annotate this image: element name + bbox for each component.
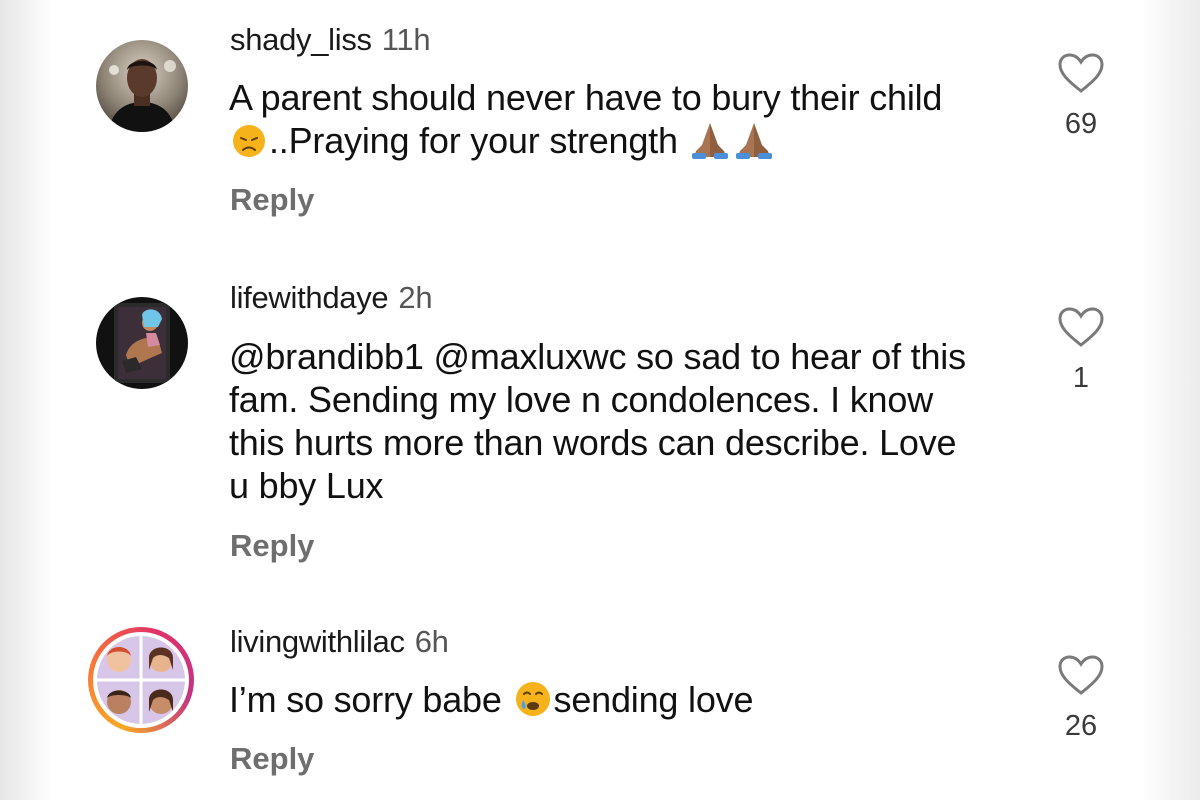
comment-line-text: I’m so sorry babe xyxy=(229,679,502,720)
avatar[interactable] xyxy=(88,627,194,733)
timestamp: 2h xyxy=(398,280,433,315)
comment-line: @brandibb1 @maxluxwc so sad to hear of t… xyxy=(229,335,1019,378)
comment-line: u bby Lux xyxy=(229,465,384,506)
comment-header: lifewithdaye 2h xyxy=(230,280,433,316)
folded-hands-emoji xyxy=(690,121,730,168)
timestamp: 6h xyxy=(414,624,449,659)
reply-button[interactable]: Reply xyxy=(230,182,314,218)
username[interactable]: lifewithdaye xyxy=(230,280,389,315)
timestamp: 11h xyxy=(381,22,431,57)
mention-link[interactable]: @brandibb1 xyxy=(229,336,424,377)
comment-line: I’m so sorry babe sending love xyxy=(229,678,1019,727)
crying-face-emoji xyxy=(514,680,552,727)
comment-line: fam. Sending my love n condolences. I kn… xyxy=(229,379,933,420)
avatar-photo xyxy=(96,297,188,389)
comment-header: shady_liss 11h xyxy=(230,22,431,58)
like-count: 26 xyxy=(1064,710,1098,742)
comment-line-text: ..Praying for your strength xyxy=(269,120,678,161)
avatar-photo xyxy=(97,636,185,724)
comment-line-text: so sad to hear of this xyxy=(636,336,966,377)
like-count: 69 xyxy=(1064,108,1098,140)
avatar[interactable] xyxy=(96,40,188,132)
folded-hands-emoji xyxy=(734,121,774,168)
left-edge-shadow xyxy=(0,0,52,800)
reply-button[interactable]: Reply xyxy=(230,528,314,564)
comment-line: ..Praying for your strength xyxy=(229,119,1019,168)
like-control: 1 xyxy=(1051,306,1111,395)
heart-icon[interactable] xyxy=(1057,654,1105,696)
heart-icon[interactable] xyxy=(1057,306,1105,348)
heart-icon[interactable] xyxy=(1057,52,1105,94)
like-control: 26 xyxy=(1051,654,1111,743)
comment-line: this hurts more than words can describe.… xyxy=(229,422,957,463)
avatar-photo xyxy=(96,40,188,132)
comment-text: I’m so sorry babe sending love xyxy=(229,678,1019,727)
username[interactable]: shady_liss xyxy=(230,22,372,57)
comment-line-text: sending love xyxy=(553,679,754,720)
comment-text: A parent should never have to bury their… xyxy=(229,76,1019,168)
right-edge-shadow xyxy=(1140,0,1200,800)
mention-link[interactable]: @maxluxwc xyxy=(434,336,627,377)
comment-line: A parent should never have to bury their… xyxy=(229,77,943,118)
like-control: 69 xyxy=(1051,52,1111,141)
comment-header: livingwithlilac 6h xyxy=(230,624,449,660)
disappointed-face-emoji xyxy=(231,123,267,168)
username[interactable]: livingwithlilac xyxy=(230,624,405,659)
story-ring xyxy=(93,632,189,728)
reply-button[interactable]: Reply xyxy=(230,741,314,777)
avatar[interactable] xyxy=(96,297,188,389)
comments-screen: shady_liss 11h A parent should never have… xyxy=(0,0,1200,800)
like-count: 1 xyxy=(1072,362,1090,394)
comment-text: @brandibb1 @maxluxwc so sad to hear of t… xyxy=(229,335,1019,507)
